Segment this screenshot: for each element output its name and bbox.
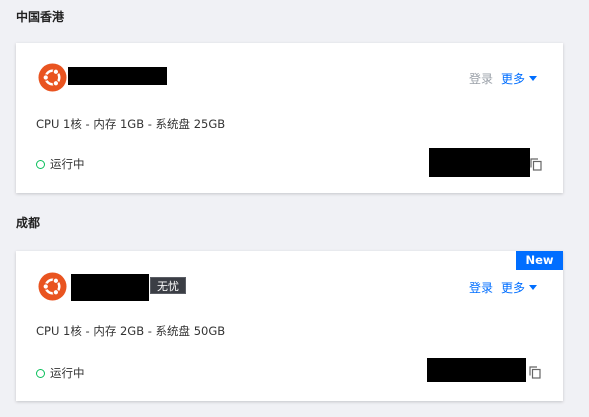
instance-ip-redacted [427, 358, 526, 382]
running-status-icon [36, 159, 45, 169]
region-title-hongkong: 中国香港 [16, 10, 65, 24]
more-dropdown[interactable]: 更多 [501, 279, 537, 296]
ubuntu-logo-icon [38, 63, 67, 92]
card-actions: 登录 更多 [469, 279, 537, 296]
more-label: 更多 [500, 281, 525, 295]
region-title-chengdu: 成都 [16, 216, 41, 230]
status-label: 运行中 [50, 157, 85, 171]
instance-ip-redacted [429, 148, 530, 177]
instance-spec: CPU 1核 - 内存 2GB - 系统盘 50GB [36, 324, 226, 338]
login-link[interactable]: 登录 [469, 70, 493, 87]
more-label: 更多 [500, 72, 525, 86]
instance-card-chengdu: New 无忧 登录 更多 CPU 1核 - 内存 2GB - 系统盘 50GB … [16, 251, 563, 401]
login-link[interactable]: 登录 [469, 279, 493, 296]
caret-down-icon [529, 285, 537, 290]
wuyou-badge: 无忧 [150, 277, 186, 294]
instance-name-redacted [68, 67, 167, 85]
instance-status: 运行中 [36, 365, 85, 381]
caret-down-icon [529, 76, 537, 81]
copy-icon[interactable] [529, 366, 541, 379]
instance-name-redacted [71, 274, 149, 301]
ubuntu-logo-icon [38, 272, 67, 301]
card-actions: 登录 更多 [469, 70, 537, 87]
more-dropdown[interactable]: 更多 [501, 70, 537, 87]
running-status-icon [36, 368, 45, 378]
instance-status: 运行中 [36, 156, 85, 172]
instance-spec: CPU 1核 - 内存 1GB - 系统盘 25GB [36, 117, 226, 131]
new-badge: New [516, 251, 563, 270]
copy-icon[interactable] [530, 158, 542, 171]
instance-card-hongkong: 登录 更多 CPU 1核 - 内存 1GB - 系统盘 25GB 运行中 [16, 43, 563, 193]
status-label: 运行中 [50, 366, 85, 380]
